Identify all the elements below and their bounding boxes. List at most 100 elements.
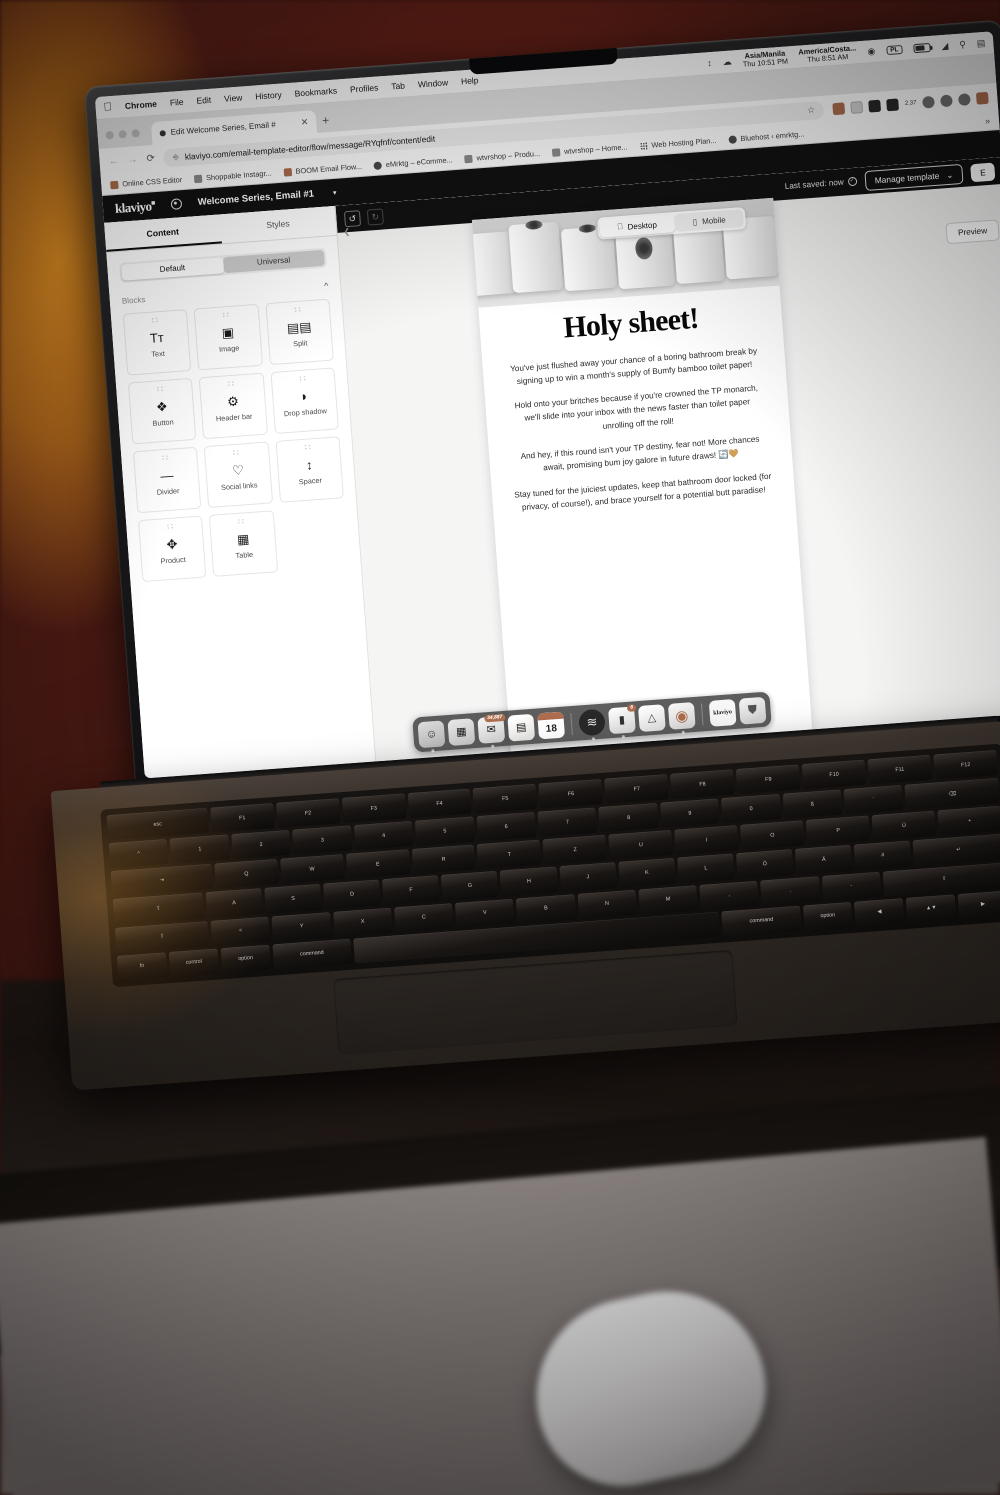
key-z[interactable]: Z [542,835,608,865]
key-1[interactable]: 1 [169,834,230,865]
key-f9[interactable]: F9 [736,764,801,795]
key-period[interactable]: . [760,875,821,906]
dock-item-app-store[interactable]: △ [637,703,666,732]
key-command-left[interactable]: command [272,938,352,970]
bookmark-emrktg-ecommerce[interactable]: eMrktg – eComme... [373,155,453,170]
menubar-item-profiles[interactable]: Profiles [350,82,379,94]
key-b[interactable]: B [516,893,576,924]
key-i[interactable]: I [674,825,739,856]
key-u-umlaut[interactable]: Ü [871,810,937,841]
control-center-icon[interactable]: ▤ [976,37,985,49]
message-title[interactable]: Welcome Series, Email #1 [197,188,314,208]
key-g[interactable]: G [441,871,499,901]
menubar-item-tab[interactable]: Tab [391,81,405,92]
block-product[interactable]: ✥ Product [137,515,207,583]
key-3[interactable]: 3 [292,825,353,856]
key-minus[interactable]: - [821,871,882,901]
back-button[interactable]: ← [108,156,119,168]
wifi-icon[interactable]: ◢ [941,40,949,51]
dock-item-spotify[interactable]: ≋ [578,708,606,741]
key-7[interactable]: 7 [537,807,598,838]
key-c[interactable]: C [393,902,454,933]
window-traffic-lights[interactable] [105,129,140,148]
key-esc[interactable]: esc [106,807,209,841]
dock-item-finder[interactable]: ☺ [417,719,446,752]
key-delete[interactable]: ⌫ [904,778,1000,811]
key-f5[interactable]: F5 [472,783,538,814]
key-8[interactable]: 8 [598,803,659,833]
forward-button[interactable]: → [127,154,138,166]
message-title-caret-icon[interactable]: ▾ [333,188,337,196]
email-paragraph[interactable]: Hold onto your britches because if you'r… [507,381,767,440]
minimize-window-button[interactable] [118,130,127,139]
key-hash[interactable]: # [853,841,912,871]
reload-button[interactable]: ⟳ [146,153,155,165]
extension-sun-icon[interactable] [957,92,971,106]
key-arrow-left[interactable]: ◀ [854,898,905,927]
apple-icon[interactable]:  [103,101,112,114]
search-icon[interactable]: ⚲ [959,39,966,50]
key-f1[interactable]: F1 [209,803,275,833]
key-less-than[interactable]: < [210,916,271,946]
exit-button[interactable]: E [970,162,996,182]
drag-grip-icon[interactable] [298,375,308,382]
dock-item-chrome[interactable]: ◉ [667,701,696,734]
drag-grip-icon[interactable] [227,380,236,387]
key-r[interactable]: R [411,844,476,875]
key-f3[interactable]: F3 [341,793,407,824]
menubar-item-bookmarks[interactable]: Bookmarks [294,85,337,98]
key-o-umlaut[interactable]: Ö [735,849,794,879]
key-q[interactable]: Q [214,859,279,889]
key-a-umlaut[interactable]: Ä [794,845,853,875]
close-window-button[interactable] [105,130,114,140]
block-button[interactable]: ❖ Button [127,377,197,445]
manage-template-button[interactable]: Manage template ⌄ [863,163,964,191]
extension-image-icon[interactable] [868,99,882,113]
key-y[interactable]: Y [271,911,332,942]
block-header-bar[interactable]: ⚙ Header bar [199,372,268,440]
world-clock-manila[interactable]: Asia/Manila Thu 10:51 PM [742,48,789,69]
extension-rate-label[interactable]: 2.37 [905,100,917,107]
undo-button[interactable]: ↺ [343,209,362,227]
sort-arrows-icon[interactable]: ↕ [707,58,712,68]
extension-camera-icon[interactable] [850,100,864,114]
key-6[interactable]: 6 [476,812,537,842]
block-divider[interactable]: — Divider [132,446,202,514]
email-paragraph[interactable]: Stay tuned for the juiciest updates, kee… [514,469,773,514]
block-text[interactable]: Tт Text [122,309,192,376]
menubar-item-history[interactable]: History [255,90,282,102]
key-4[interactable]: 4 [353,821,414,851]
dock-item-klaviyo-doc[interactable]: klaviyo [708,698,737,727]
key-v[interactable]: V [454,898,515,928]
chevron-up-icon[interactable]: ^ [324,281,329,291]
keyboard[interactable]: esc F1 F2 F3 F4 F5 F6 F7 F8 F9 F10 F11 F… [100,743,1000,988]
dock-item-notes[interactable]: ▤ [507,713,536,742]
key-l[interactable]: L [676,854,735,884]
klaviyo-logo[interactable]: klaviyo■ [115,198,156,217]
key-f10[interactable]: F10 [801,759,867,790]
key-f4[interactable]: F4 [407,788,472,819]
drag-grip-icon[interactable] [232,449,241,456]
segment-universal[interactable]: Universal [222,249,325,274]
segment-default[interactable]: Default [121,257,224,281]
block-social-links[interactable]: ♡ Social links [204,441,273,509]
key-arrow-updown[interactable]: ▲▼ [905,894,957,923]
key-h[interactable]: H [500,867,558,897]
key-fn[interactable]: fn [116,952,168,981]
key-acute[interactable]: ´ [843,785,904,815]
key-f2[interactable]: F2 [275,798,341,828]
drag-grip-icon[interactable] [166,523,175,530]
preview-button[interactable]: Preview [945,219,1000,245]
key-command-right[interactable]: command [721,905,802,937]
extension-orange-panel-icon[interactable] [832,101,846,115]
menubar-item-chrome[interactable]: Chrome [125,99,158,111]
key-k[interactable]: K [618,858,676,888]
drag-grip-icon[interactable] [237,518,246,524]
key-capslock[interactable]: ⇪ [112,892,205,925]
drag-grip-icon[interactable] [293,306,302,313]
key-n[interactable]: N [577,889,638,919]
key-arrow-right[interactable]: ▶ [957,890,1000,920]
key-u[interactable]: U [608,830,674,861]
key-e[interactable]: E [345,849,411,880]
menubar-item-view[interactable]: View [224,92,243,103]
